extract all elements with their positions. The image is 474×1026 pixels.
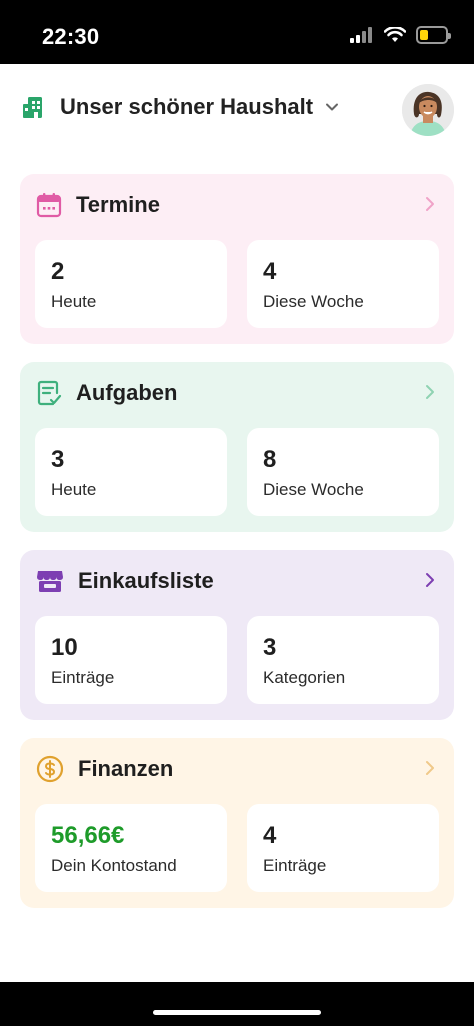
tile-label: Einträge [51, 668, 115, 687]
card-aufgaben-header: Aufgaben [36, 378, 438, 408]
tile-label: Dein Kontostand [51, 856, 177, 875]
battery-level [420, 30, 429, 40]
household-name: Unser schöner Haushalt [60, 94, 314, 119]
card-termine-header: Termine [36, 190, 438, 220]
tile-einkauf-eintraege[interactable]: 10 Einträge [35, 616, 227, 704]
tile-label: Heute [51, 292, 97, 311]
wifi-icon [384, 27, 406, 42]
chevron-right-icon[interactable] [424, 758, 436, 778]
status-bar: 22:30 [0, 0, 474, 64]
status-time: 22:30 [42, 24, 100, 49]
home-indicator-area [0, 982, 474, 1026]
home-indicator[interactable] [153, 1010, 321, 1015]
tile-value-balance: 56,66€ [51, 822, 125, 849]
calendar-icon [36, 193, 62, 218]
tile-value: 3 [263, 634, 277, 661]
tile-label: Diese Woche [263, 480, 364, 499]
tile-aufgaben-heute[interactable]: 3 Heute [35, 428, 227, 516]
chevron-right-icon[interactable] [424, 382, 436, 402]
tile-label: Heute [51, 480, 97, 499]
chevron-down-icon [326, 103, 339, 111]
tile-value: 8 [263, 446, 277, 473]
tile-value: 3 [51, 446, 65, 473]
tile-termine-heute[interactable]: 2 Heute [35, 240, 227, 328]
tile-label: Kategorien [263, 668, 346, 687]
chevron-right-icon[interactable] [424, 570, 436, 590]
tile-value: 4 [263, 258, 277, 285]
building-icon [23, 97, 42, 118]
signal-icon [350, 27, 372, 43]
tile-einkauf-kategorien[interactable]: 3 Kategorien [247, 616, 439, 704]
tile-value: 10 [51, 634, 78, 661]
store-icon [37, 571, 63, 592]
card-einkaufsliste[interactable]: Einkaufsliste 10 Einträge 3 Kategorien [20, 550, 454, 720]
card-aufgaben-title: Aufgaben [76, 380, 178, 405]
dollar-icon [36, 755, 64, 783]
card-einkaufsliste-header: Einkaufsliste [36, 566, 438, 596]
status-icons [350, 26, 451, 44]
tile-finanzen-eintraege[interactable]: 4 Einträge [247, 804, 439, 892]
tile-aufgaben-woche[interactable]: 8 Diese Woche [247, 428, 439, 516]
user-avatar-icon [402, 84, 454, 136]
header: Unser schöner Haushalt [0, 64, 474, 156]
card-einkaufsliste-title: Einkaufsliste [78, 568, 214, 593]
card-finanzen-title: Finanzen [78, 756, 174, 781]
battery-icon [416, 26, 451, 44]
tile-value: 2 [51, 258, 65, 285]
tile-label: Einträge [263, 856, 327, 875]
card-aufgaben[interactable]: Aufgaben 3 Heute 8 Diese Woche [20, 362, 454, 532]
card-finanzen[interactable]: Finanzen 56,66€ Dein Kontostand 4 Einträ… [20, 738, 454, 908]
household-selector[interactable]: Unser schöner Haushalt [22, 94, 339, 120]
tile-label: Diese Woche [263, 292, 364, 311]
tile-finanzen-kontostand[interactable]: 56,66€ Dein Kontostand [35, 804, 227, 892]
card-termine-title: Termine [76, 192, 160, 217]
tile-value: 4 [263, 822, 277, 849]
chevron-right-icon[interactable] [424, 194, 436, 214]
task-list-icon [37, 380, 62, 406]
tile-termine-woche[interactable]: 4 Diese Woche [247, 240, 439, 328]
card-termine[interactable]: Termine 2 Heute 4 Diese Woche [20, 174, 454, 344]
card-finanzen-header: Finanzen [36, 754, 438, 784]
avatar[interactable] [402, 84, 454, 136]
